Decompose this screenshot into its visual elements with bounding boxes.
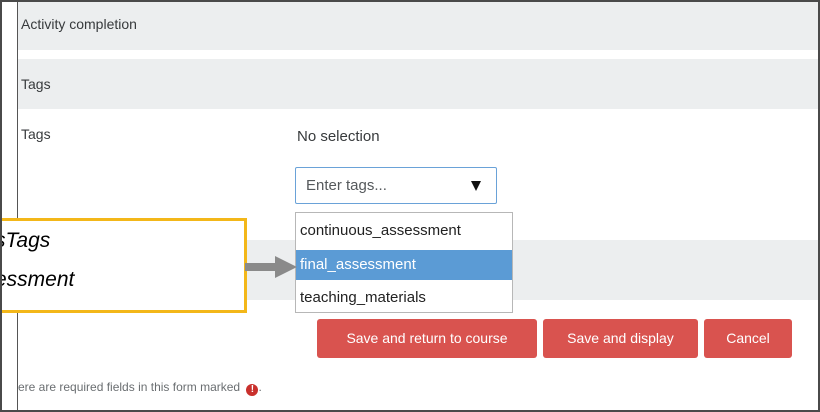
required-fields-text: ere are required fields in this form mar… [18,380,241,394]
callout-arrow-icon [245,256,297,278]
dropdown-option-final-assessment[interactable]: final_assessment [296,250,512,280]
dropdown-option-teaching-materials[interactable]: teaching_materials [296,283,512,313]
tags-dropdown-list: continuous_assessment final_assessment t… [295,212,513,313]
save-and-return-button[interactable]: Save and return to course [317,319,537,358]
section-activity-completion[interactable]: Activity completion [18,0,820,50]
tags-input-select[interactable]: Enter tags... [295,167,497,204]
tags-selection-status: No selection [297,128,380,145]
dropdown-option-continuous-assessment[interactable]: continuous_assessment [296,216,512,246]
save-and-display-button[interactable]: Save and display [543,319,698,358]
section-activity-completion-label: Activity completion [21,16,137,32]
callout-line-2: essment [0,268,75,291]
required-fields-note: ere are required fields in this form mar… [18,380,262,396]
left-border-rule [17,0,18,412]
required-fields-period: . [258,380,262,394]
tags-input-placeholder: Enter tags... [306,177,387,194]
cancel-button[interactable]: Cancel [704,319,792,358]
required-exclamation-icon: ! [246,384,259,396]
section-tags[interactable]: Tags [18,59,820,109]
annotation-callout: sTags essment [0,218,247,313]
callout-line-1: sTags [0,229,51,252]
tags-field-label: Tags [21,126,51,142]
caret-down-icon[interactable] [471,181,481,191]
section-tags-label: Tags [21,76,51,92]
